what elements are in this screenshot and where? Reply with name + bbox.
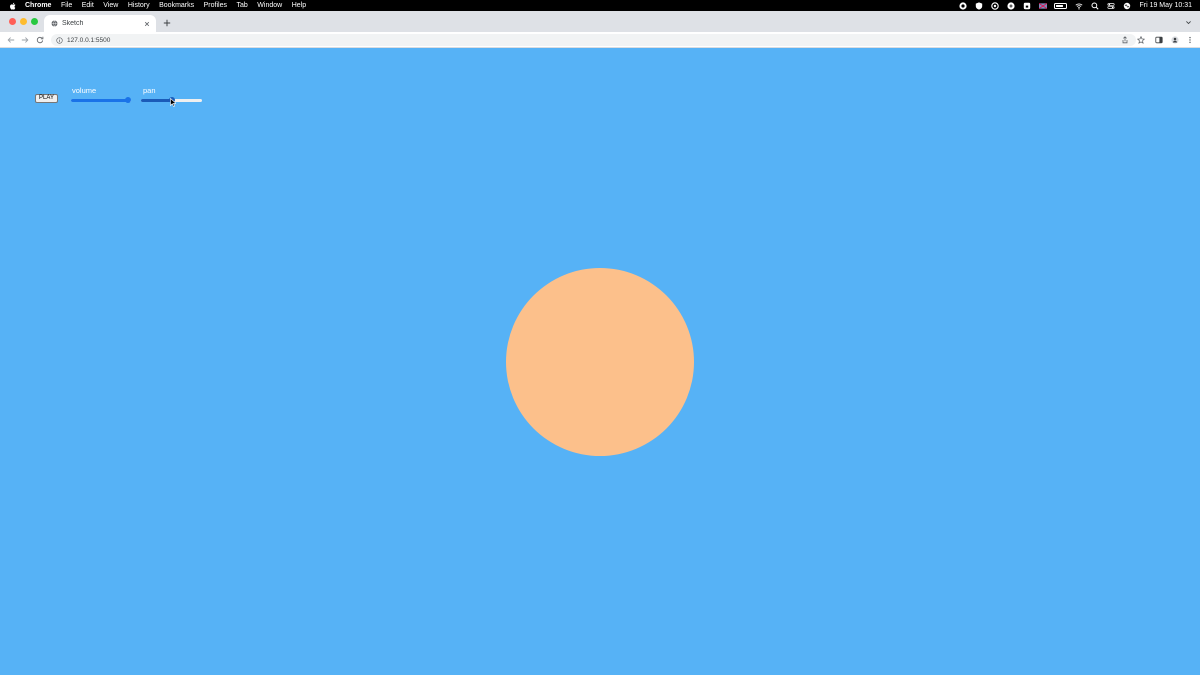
- play-button[interactable]: PLAY: [35, 94, 58, 103]
- apple-icon[interactable]: [9, 0, 17, 11]
- grammar-icon[interactable]: [1006, 1, 1015, 10]
- volume-label: volume: [72, 86, 97, 95]
- side-panel-icon[interactable]: [1154, 35, 1164, 45]
- address-bar[interactable]: [51, 34, 1136, 46]
- menu-bookmarks[interactable]: Bookmarks: [159, 0, 194, 11]
- browser-toolbar: [0, 32, 1200, 48]
- tab-title: Sketch: [62, 20, 84, 27]
- sound-circle: [506, 268, 694, 456]
- volume-slider[interactable]: [71, 95, 131, 105]
- forward-arrow-icon[interactable]: [20, 35, 30, 45]
- url-input[interactable]: [67, 35, 467, 45]
- minimize-window-button[interactable]: [20, 18, 27, 25]
- menu-help[interactable]: Help: [292, 0, 306, 11]
- shield-icon[interactable]: [974, 1, 983, 10]
- flag-icon[interactable]: [1038, 1, 1047, 10]
- share-icon[interactable]: [1120, 35, 1130, 45]
- chevron-down-icon[interactable]: [1184, 18, 1193, 27]
- menu-clock[interactable]: Fri 19 May 10:31: [1139, 0, 1192, 11]
- pan-slider-fill: [141, 98, 172, 102]
- new-tab-button[interactable]: [161, 17, 173, 29]
- close-tab-icon[interactable]: [143, 20, 151, 28]
- siri-icon[interactable]: [1122, 1, 1131, 10]
- sync-icon[interactable]: [990, 1, 999, 10]
- wifi-icon[interactable]: [1074, 1, 1083, 10]
- tab-sketch[interactable]: Sketch: [44, 15, 156, 32]
- tab-strip: Sketch: [0, 11, 1200, 32]
- close-window-button[interactable]: [9, 18, 16, 25]
- menu-tab[interactable]: Tab: [236, 0, 247, 11]
- pan-label: pan: [143, 86, 156, 95]
- sketch-canvas[interactable]: PLAY volume pan: [0, 48, 1200, 675]
- lock-icon[interactable]: [1022, 1, 1031, 10]
- menu-edit[interactable]: Edit: [82, 0, 94, 11]
- volume-slider-fill: [71, 98, 128, 102]
- profile-avatar-icon[interactable]: [1170, 35, 1180, 45]
- bookmark-star-icon[interactable]: [1136, 35, 1146, 45]
- menu-history[interactable]: History: [128, 0, 150, 11]
- menu-window[interactable]: Window: [257, 0, 282, 11]
- reload-icon[interactable]: [35, 35, 45, 45]
- menu-view[interactable]: View: [103, 0, 118, 11]
- info-icon[interactable]: [55, 36, 63, 44]
- mouse-pointer-icon: [170, 98, 176, 107]
- globe-icon: [50, 20, 58, 28]
- record-icon[interactable]: [958, 1, 967, 10]
- search-icon[interactable]: [1090, 1, 1099, 10]
- menu-app-name[interactable]: Chrome: [25, 0, 51, 11]
- back-arrow-icon[interactable]: [6, 35, 16, 45]
- control-center-icon[interactable]: [1106, 1, 1115, 10]
- battery-icon[interactable]: [1054, 2, 1068, 9]
- more-menu-icon[interactable]: [1185, 35, 1195, 45]
- menu-profiles[interactable]: Profiles: [204, 0, 227, 11]
- volume-slider-thumb[interactable]: [125, 97, 131, 103]
- menu-bar: Chrome File Edit View History Bookmarks …: [0, 0, 1200, 11]
- menu-file[interactable]: File: [61, 0, 72, 11]
- zoom-window-button[interactable]: [31, 18, 38, 25]
